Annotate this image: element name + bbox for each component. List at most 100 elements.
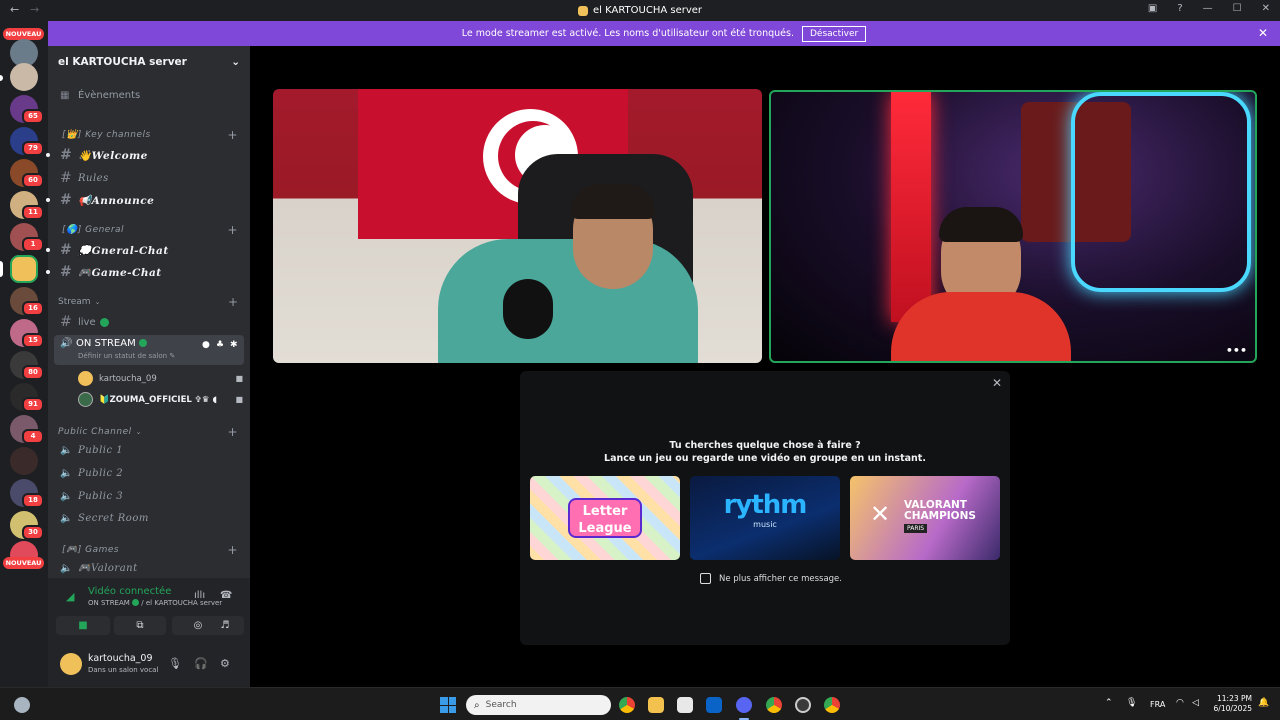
screen-share-button[interactable]: ⧉ xyxy=(114,616,166,635)
start-button[interactable] xyxy=(440,697,456,713)
noise-suppression-icon[interactable]: ıllı xyxy=(194,590,205,601)
channel-gneral-chat[interactable]: # 💭Gneral-Chat xyxy=(46,242,250,258)
voice-channel-valorant[interactable]: 🔈 🎮Valorant xyxy=(48,563,250,574)
chevron-down-icon[interactable]: ⌄ xyxy=(231,56,240,68)
category-games[interactable]: [🎮] Games + xyxy=(48,543,250,557)
channel-rules[interactable]: # Rules xyxy=(48,170,250,186)
wifi-icon[interactable]: ◠ xyxy=(1176,698,1184,708)
gear-icon[interactable]: ✱ xyxy=(230,340,238,350)
close-icon[interactable]: ✕ xyxy=(992,376,1002,390)
voice-channel-public3[interactable]: 🔈 Public 3 xyxy=(48,491,250,502)
card-title: rythm xyxy=(723,490,808,520)
activity-card-letter-league[interactable]: Letter League xyxy=(530,476,680,560)
server-icon[interactable] xyxy=(10,63,38,91)
app-icon[interactable] xyxy=(795,697,811,713)
taskbar-clock[interactable]: 11:23 PM 6/10/2025 xyxy=(1212,694,1252,714)
banner-text: Le mode streamer est activé. Les noms d'… xyxy=(461,28,794,39)
category-stream[interactable]: Stream ⌄ + xyxy=(48,295,250,309)
active-server-icon[interactable] xyxy=(10,255,38,283)
hash-icon: # xyxy=(60,242,73,258)
channel-label: 🎮Game-Chat xyxy=(78,266,162,279)
channel-live[interactable]: # live xyxy=(48,314,250,330)
volume-icon[interactable]: ◁ xyxy=(1192,698,1199,708)
chrome-profile-icon[interactable] xyxy=(824,697,840,713)
unread-dot xyxy=(46,198,50,202)
microphone-icon[interactable]: 🎙 xyxy=(168,657,182,670)
input-language[interactable]: FRA xyxy=(1150,700,1165,709)
channel-label: 📢Announce xyxy=(78,194,155,207)
disconnect-icon[interactable]: ☎ xyxy=(220,590,232,601)
server-icon[interactable] xyxy=(10,447,38,475)
voice-channel-public2[interactable]: 🔈 Public 2 xyxy=(48,468,250,479)
store-icon[interactable] xyxy=(677,697,693,713)
channel-game-chat[interactable]: # 🎮Game-Chat xyxy=(46,264,250,280)
add-channel-icon[interactable]: + xyxy=(227,425,238,439)
gear-icon[interactable]: ⚙ xyxy=(220,657,230,670)
outlook-icon[interactable] xyxy=(706,697,722,713)
checkbox-box[interactable] xyxy=(700,573,711,584)
channel-welcome[interactable]: # 👋Welcome xyxy=(46,147,250,163)
back-arrow-icon[interactable]: ← xyxy=(10,3,19,16)
add-channel-icon[interactable]: + xyxy=(227,223,238,237)
speaker-icon: 🔈 xyxy=(60,513,73,524)
activity-card-valorant[interactable]: ✕ VALORANT CHAMPIONS PARIS xyxy=(850,476,1000,560)
user-status: Dans un salon vocal xyxy=(88,666,159,674)
headphones-icon[interactable]: 🎧 xyxy=(194,657,208,670)
add-channel-icon[interactable]: + xyxy=(227,128,238,142)
channel-status[interactable]: Définir un statut de salon ✎ xyxy=(78,352,175,360)
voice-channel-public1[interactable]: 🔈 Public 1 xyxy=(48,445,250,456)
voice-member[interactable]: kartoucha_09 ■ xyxy=(78,371,243,386)
mention-badge: 11 xyxy=(22,205,44,220)
soundboard-button[interactable]: ♬ xyxy=(206,616,244,635)
forward-arrow-icon[interactable]: → xyxy=(30,3,39,16)
tray-chevron-up-icon[interactable]: ⌃ xyxy=(1105,698,1113,708)
file-explorer-icon[interactable] xyxy=(648,697,664,713)
help-icon[interactable]: ? xyxy=(1177,3,1182,14)
category-public-channel[interactable]: Public Channel ⌄ + xyxy=(48,425,250,439)
mention-badge: 15 xyxy=(22,333,44,348)
channel-label: 👋Welcome xyxy=(78,149,148,162)
more-options-icon[interactable]: ••• xyxy=(1226,344,1247,357)
chrome-icon[interactable] xyxy=(619,697,635,713)
username[interactable]: kartoucha_09 xyxy=(88,653,153,664)
maximize-button[interactable]: ☐ xyxy=(1233,3,1242,14)
voice-member[interactable]: 🔰ZOUMA_OFFICIEL ✞♛ ◖ ■ xyxy=(78,392,243,407)
clock-date: 6/10/2025 xyxy=(1213,704,1252,713)
disable-streamer-mode-button[interactable]: Désactiver xyxy=(801,25,867,42)
server-header[interactable]: el KARTOUCHA server ⌄ xyxy=(48,46,250,78)
clock-time: 11:23 PM xyxy=(1217,694,1252,703)
chevron-down-icon: ⌄ xyxy=(135,428,142,436)
category-general[interactable]: [🌎] General + xyxy=(48,223,250,237)
category-key-channels[interactable]: [👑] Key channels + xyxy=(48,128,250,142)
voice-channel-secret-room[interactable]: 🔈 Secret Room xyxy=(48,513,250,524)
speaker-icon: 🔈 xyxy=(60,468,73,479)
widgets-icon[interactable] xyxy=(14,697,30,713)
avatar[interactable] xyxy=(60,653,82,675)
popup-subheading: Lance un jeu ou regarde une vidéo en gro… xyxy=(604,453,926,464)
events-label: Évènements xyxy=(78,90,141,101)
voice-channel-on-stream[interactable]: 🔊 ON STREAM Définir un statut de salon ✎… xyxy=(54,335,244,365)
activity-card-rythm[interactable]: rythm music xyxy=(690,476,840,560)
add-channel-icon[interactable]: + xyxy=(227,543,238,557)
banner-close-icon[interactable]: ✕ xyxy=(1258,26,1268,40)
camera-button[interactable]: ■ xyxy=(56,616,110,635)
events-item[interactable]: ▦ Évènements xyxy=(48,90,250,101)
signal-icon[interactable]: ◢ xyxy=(66,590,74,603)
video-tile-zouma[interactable]: ••• xyxy=(769,90,1257,363)
chat-icon[interactable]: ● xyxy=(202,340,210,350)
video-tile-kartoucha[interactable] xyxy=(273,89,762,363)
notification-bell-icon[interactable]: 🔔 xyxy=(1258,698,1269,708)
dont-show-again-checkbox[interactable]: Ne plus afficher ce message. xyxy=(700,573,842,584)
discord-icon[interactable] xyxy=(736,697,752,713)
invite-icon[interactable]: ♣ xyxy=(216,340,224,350)
channel-label: live xyxy=(78,316,96,328)
add-channel-icon[interactable]: + xyxy=(228,295,238,309)
taskbar-search[interactable]: ⌕ Search xyxy=(466,695,611,715)
chrome-profile-icon[interactable] xyxy=(766,697,782,713)
channel-announce[interactable]: # 📢Announce xyxy=(46,192,250,208)
microphone-icon[interactable]: 🎙 xyxy=(1126,698,1137,708)
channel-label: Public 1 xyxy=(78,445,124,456)
close-window-button[interactable]: ✕ xyxy=(1262,3,1270,14)
minimize-button[interactable]: — xyxy=(1203,3,1213,14)
inbox-icon[interactable]: ▣ xyxy=(1148,3,1157,14)
